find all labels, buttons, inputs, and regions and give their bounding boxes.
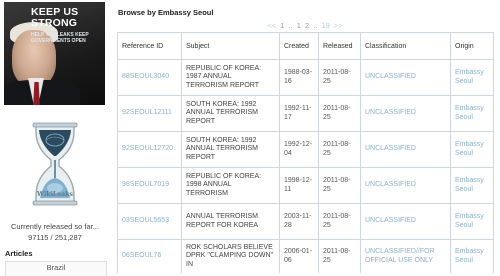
pagination-next[interactable]: >> bbox=[334, 21, 343, 30]
table-row[interactable]: 98SEOUL7019 REPUBLIC OF KOREA: 1998 ANNU… bbox=[117, 167, 494, 204]
pagination-item[interactable]: 1 bbox=[280, 21, 284, 30]
cell-origin[interactable]: Embassy Seoul bbox=[450, 59, 494, 96]
cell-created: 1992-12-04 bbox=[279, 131, 319, 168]
release-counts: 97115 / 251,287 bbox=[28, 233, 82, 242]
cables-table: Reference ID Subject Created Released Cl… bbox=[117, 32, 494, 273]
table-row[interactable]: 92SEOUL12111 SOUTH KOREA: 1992 ANNUAL TE… bbox=[117, 95, 494, 132]
banner-title: KEEP US STRONG bbox=[31, 6, 79, 29]
cell-classification[interactable]: UNCLASSIFIED bbox=[360, 59, 451, 96]
cell-created: 2003-11-28 bbox=[279, 203, 319, 240]
column-header-released[interactable]: Released bbox=[318, 32, 361, 60]
cell-reference-id[interactable]: 92SEOUL12111 bbox=[117, 95, 182, 132]
pagination-prev[interactable]: << bbox=[267, 21, 276, 30]
pagination: << 1 .. 1 2 .. 19 >> bbox=[118, 21, 492, 30]
sidebar: KEEP US STRONG HELP WIKILEAKS KEEP GOVER… bbox=[0, 0, 110, 276]
articles-list: Brazil bbox=[5, 261, 107, 276]
table-row[interactable]: 06SEOUL76 ROK SCHOLARS BELIEVE DPRK "CLA… bbox=[117, 239, 494, 273]
column-header-subject[interactable]: Subject bbox=[181, 32, 280, 60]
cell-created: 1998-12-11 bbox=[279, 167, 319, 204]
cell-classification[interactable]: UNCLASSIFIED bbox=[360, 203, 451, 240]
table-row[interactable]: 92SEOUL12720 SOUTH KOREA: 1992 ANNUAL TE… bbox=[117, 131, 494, 168]
column-header-created[interactable]: Created bbox=[279, 32, 319, 60]
cell-subject[interactable]: REPUBLIC OF KOREA: 1987 ANNUAL TERRORISM… bbox=[181, 59, 280, 96]
pagination-ellipsis: .. bbox=[313, 21, 318, 30]
cell-subject[interactable]: SOUTH KOREA: 1992 ANNUAL TERRORISM REPOR… bbox=[181, 95, 280, 132]
cell-reference-id[interactable]: 88SEOUL3040 bbox=[117, 59, 182, 96]
cell-reference-id[interactable]: 98SEOUL7019 bbox=[117, 167, 182, 204]
cell-classification[interactable]: UNCLASSIFIED bbox=[360, 167, 451, 204]
cell-released: 2011-08-25 bbox=[318, 95, 361, 132]
articles-heading: Articles bbox=[5, 249, 33, 258]
cell-subject[interactable]: SOUTH KOREA: 1992 ANNUAL TERRORISM REPOR… bbox=[181, 131, 280, 168]
keep-us-strong-banner[interactable]: KEEP US STRONG HELP WIKILEAKS KEEP GOVER… bbox=[4, 2, 105, 105]
cell-subject[interactable]: REPUBLIC OF KOREA: 1998 ANNUAL TERRORISM bbox=[181, 167, 280, 204]
cell-released: 2011-08-25 bbox=[318, 203, 361, 240]
cell-released: 2011-08-25 bbox=[318, 167, 361, 204]
cell-created: 1992-11-17 bbox=[279, 95, 319, 132]
cell-classification[interactable]: UNCLASSIFIED bbox=[360, 131, 451, 168]
cell-reference-id[interactable]: 06SEOUL76 bbox=[117, 239, 182, 273]
pagination-ellipsis: .. bbox=[288, 21, 293, 30]
cell-released: 2011-08-25 bbox=[318, 131, 361, 168]
wikileaks-logo-text: WikiLeaks bbox=[36, 191, 73, 198]
release-status: Currently released so far... bbox=[11, 222, 99, 231]
table-row[interactable]: 03SEOUL5653 ANNUAL TERRORISM REPORT FOR … bbox=[117, 203, 494, 240]
cell-origin[interactable]: Embassy Seoul bbox=[450, 203, 494, 240]
banner-subtitle: HELP WIKILEAKS KEEP GOVERNMENTS OPEN bbox=[31, 32, 89, 44]
cell-reference-id[interactable]: 92SEOUL12720 bbox=[117, 131, 182, 168]
cell-classification[interactable]: UNCLASSIFIED bbox=[360, 95, 451, 132]
page-title: Browse by Embassy Seoul bbox=[118, 8, 214, 17]
cell-subject[interactable]: ANNUAL TERRORISM REPORT FOR KOREA bbox=[181, 203, 280, 240]
column-header-origin[interactable]: Origin bbox=[450, 32, 494, 60]
wikileaks-hourglass-icon[interactable]: WikiLeaks bbox=[30, 122, 80, 208]
cell-classification[interactable]: UNCLASSIFIED//FOR OFFICIAL USE ONLY bbox=[360, 239, 451, 273]
cell-origin[interactable]: Embassy Seoul bbox=[450, 167, 494, 204]
cell-released: 2011-08-25 bbox=[318, 59, 361, 96]
table-header-row: Reference ID Subject Created Released Cl… bbox=[117, 32, 494, 60]
pagination-item[interactable]: 1 bbox=[297, 21, 301, 30]
cell-released: 2011-08-25 bbox=[318, 239, 361, 273]
cell-created: 2006-01-06 bbox=[279, 239, 319, 273]
cell-origin[interactable]: Embassy Seoul bbox=[450, 95, 494, 132]
table-row[interactable]: 88SEOUL3040 REPUBLIC OF KOREA: 1987 ANNU… bbox=[117, 59, 494, 96]
cell-origin[interactable]: Embassy Seoul bbox=[450, 131, 494, 168]
column-header-reference-id[interactable]: Reference ID bbox=[117, 32, 182, 60]
cell-reference-id[interactable]: 03SEOUL5653 bbox=[117, 203, 182, 240]
article-link-brazil[interactable]: Brazil bbox=[6, 262, 106, 274]
cell-origin[interactable]: Embassy Seoul bbox=[450, 239, 494, 273]
cell-subject[interactable]: ROK SCHOLARS BELIEVE DPRK "CLAMPING DOWN… bbox=[181, 239, 280, 273]
pagination-item[interactable]: 2 bbox=[305, 21, 309, 30]
pagination-item[interactable]: 19 bbox=[321, 21, 329, 30]
column-header-classification[interactable]: Classification bbox=[360, 32, 451, 60]
cell-created: 1988-03-16 bbox=[279, 59, 319, 96]
